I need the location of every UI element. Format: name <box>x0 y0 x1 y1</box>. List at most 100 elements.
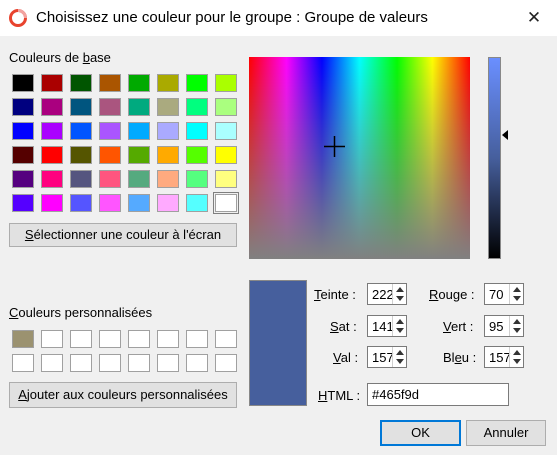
spin-down-icon[interactable] <box>396 359 404 364</box>
spin-up-icon[interactable] <box>513 350 521 355</box>
value-slider-arrow-icon[interactable] <box>502 129 508 140</box>
basic-color-swatch[interactable] <box>157 122 179 140</box>
spin-up-icon[interactable] <box>513 287 521 292</box>
basic-color-swatch[interactable] <box>186 194 208 212</box>
custom-color-swatch[interactable] <box>99 354 121 372</box>
basic-color-swatch[interactable] <box>12 98 34 116</box>
add-custom-color-button[interactable]: Ajouter aux couleurs personnalisées <box>9 382 237 408</box>
spin-up-icon[interactable] <box>513 319 521 324</box>
custom-color-swatch[interactable] <box>215 354 237 372</box>
custom-color-swatch[interactable] <box>70 330 92 348</box>
val-mnemonic: V <box>333 350 341 365</box>
green-spinbox[interactable]: 95 <box>484 315 524 337</box>
basic-color-swatch[interactable] <box>12 194 34 212</box>
basic-color-swatch[interactable] <box>157 98 179 116</box>
spin-down-icon[interactable] <box>396 296 404 301</box>
basic-colors-label-part: Couleurs de <box>9 50 83 65</box>
hue-spinbox[interactable]: 222 <box>367 283 407 305</box>
custom-color-swatch[interactable] <box>186 330 208 348</box>
basic-color-swatch[interactable] <box>128 122 150 140</box>
red-stepper[interactable] <box>509 284 523 304</box>
spin-down-icon[interactable] <box>513 359 521 364</box>
basic-color-swatch[interactable] <box>128 74 150 92</box>
custom-color-swatch[interactable] <box>128 354 150 372</box>
basic-color-swatch[interactable] <box>99 194 121 212</box>
blue-stepper[interactable] <box>509 347 523 367</box>
basic-color-swatch[interactable] <box>215 74 237 92</box>
basic-color-swatch[interactable] <box>12 74 34 92</box>
basic-color-swatch[interactable] <box>215 122 237 140</box>
custom-color-swatch[interactable] <box>41 330 63 348</box>
basic-color-swatch[interactable] <box>215 170 237 188</box>
sat-stepper[interactable] <box>392 316 406 336</box>
ok-button[interactable]: OK <box>380 420 461 446</box>
basic-color-swatch[interactable] <box>99 170 121 188</box>
pick-screen-color-button[interactable]: Sélectionner une couleur à l'écran <box>9 223 237 247</box>
basic-color-swatch[interactable] <box>157 194 179 212</box>
basic-color-swatch[interactable] <box>12 122 34 140</box>
spin-up-icon[interactable] <box>396 319 404 324</box>
basic-color-swatch[interactable] <box>12 146 34 164</box>
custom-color-swatch[interactable] <box>12 330 34 348</box>
basic-color-swatch[interactable] <box>70 74 92 92</box>
basic-color-swatch[interactable] <box>41 74 63 92</box>
custom-color-swatch[interactable] <box>128 330 150 348</box>
basic-color-swatch[interactable] <box>70 98 92 116</box>
basic-color-swatch[interactable] <box>186 146 208 164</box>
val-stepper[interactable] <box>392 347 406 367</box>
basic-color-swatch[interactable] <box>186 170 208 188</box>
spin-down-icon[interactable] <box>513 328 521 333</box>
basic-color-swatch[interactable] <box>41 146 63 164</box>
cancel-button[interactable]: Annuler <box>466 420 546 446</box>
basic-color-swatch[interactable] <box>186 122 208 140</box>
hue-saturation-spectrum[interactable] <box>249 57 470 259</box>
basic-color-swatch[interactable] <box>99 122 121 140</box>
basic-color-swatch[interactable] <box>41 170 63 188</box>
basic-colors-grid <box>12 74 239 214</box>
custom-color-swatch[interactable] <box>215 330 237 348</box>
spin-down-icon[interactable] <box>396 328 404 333</box>
saturation-spinbox[interactable]: 141 <box>367 315 407 337</box>
basic-color-swatch[interactable] <box>213 192 239 214</box>
close-icon[interactable]: ✕ <box>522 6 546 30</box>
basic-color-swatch[interactable] <box>128 170 150 188</box>
basic-color-swatch[interactable] <box>215 146 237 164</box>
basic-color-swatch[interactable] <box>70 146 92 164</box>
green-stepper[interactable] <box>509 316 523 336</box>
hue-stepper[interactable] <box>392 284 406 304</box>
value-slider[interactable] <box>488 57 501 259</box>
html-color-input[interactable]: #465f9d <box>367 383 509 406</box>
custom-color-swatch[interactable] <box>70 354 92 372</box>
basic-color-swatch[interactable] <box>41 194 63 212</box>
basic-color-swatch[interactable] <box>41 98 63 116</box>
basic-color-swatch[interactable] <box>186 98 208 116</box>
basic-color-swatch[interactable] <box>99 74 121 92</box>
basic-color-swatch[interactable] <box>41 122 63 140</box>
basic-color-swatch[interactable] <box>215 98 237 116</box>
basic-color-swatch[interactable] <box>128 146 150 164</box>
basic-color-swatch[interactable] <box>70 170 92 188</box>
basic-color-swatch[interactable] <box>99 146 121 164</box>
basic-color-swatch[interactable] <box>157 170 179 188</box>
value-spinbox[interactable]: 157 <box>367 346 407 368</box>
basic-color-swatch[interactable] <box>99 98 121 116</box>
basic-color-swatch[interactable] <box>186 74 208 92</box>
basic-color-swatch[interactable] <box>157 146 179 164</box>
basic-color-swatch[interactable] <box>12 170 34 188</box>
basic-color-swatch[interactable] <box>128 98 150 116</box>
basic-color-swatch[interactable] <box>70 122 92 140</box>
custom-color-swatch[interactable] <box>41 354 63 372</box>
custom-color-swatch[interactable] <box>12 354 34 372</box>
basic-color-swatch[interactable] <box>157 74 179 92</box>
custom-color-swatch[interactable] <box>157 354 179 372</box>
blue-spinbox[interactable]: 157 <box>484 346 524 368</box>
basic-color-swatch[interactable] <box>70 194 92 212</box>
spin-down-icon[interactable] <box>513 296 521 301</box>
spin-up-icon[interactable] <box>396 287 404 292</box>
basic-color-swatch[interactable] <box>128 194 150 212</box>
red-spinbox[interactable]: 70 <box>484 283 524 305</box>
spin-up-icon[interactable] <box>396 350 404 355</box>
custom-color-swatch[interactable] <box>157 330 179 348</box>
custom-color-swatch[interactable] <box>186 354 208 372</box>
custom-color-swatch[interactable] <box>99 330 121 348</box>
